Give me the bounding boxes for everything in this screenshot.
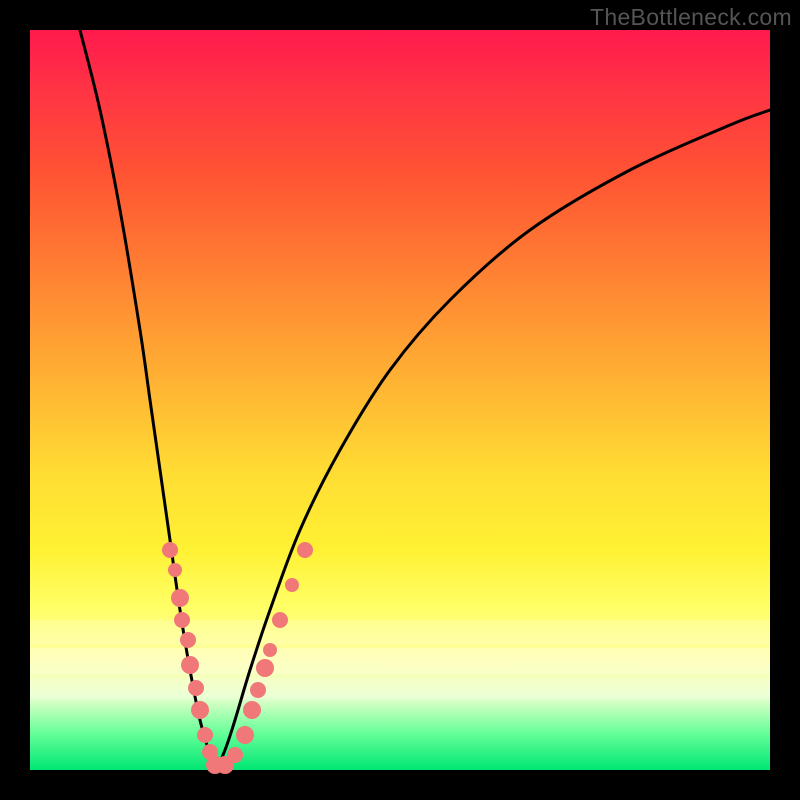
data-point — [256, 659, 274, 677]
data-point — [168, 563, 182, 577]
data-point — [285, 578, 299, 592]
data-point — [191, 701, 209, 719]
chart-frame: TheBottleneck.com — [0, 0, 800, 800]
data-point — [236, 726, 254, 744]
watermark-text: TheBottleneck.com — [590, 4, 792, 31]
data-point — [243, 701, 261, 719]
data-point — [180, 632, 196, 648]
data-point — [297, 542, 313, 558]
data-point — [181, 656, 199, 674]
data-point — [174, 612, 190, 628]
data-point — [250, 682, 266, 698]
data-point — [227, 747, 243, 763]
data-point — [263, 643, 277, 657]
data-point — [197, 727, 213, 743]
chart-svg — [30, 30, 770, 770]
data-point — [162, 542, 178, 558]
scatter-group — [162, 542, 313, 774]
data-point — [272, 612, 288, 628]
data-point — [188, 680, 204, 696]
data-point — [171, 589, 189, 607]
